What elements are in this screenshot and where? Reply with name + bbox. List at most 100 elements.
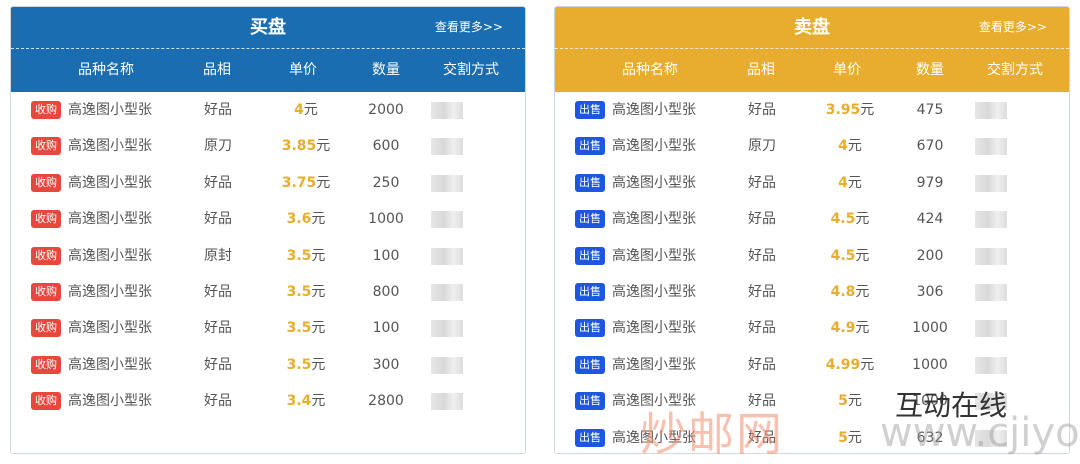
price-value: 3.5 [286,356,312,373]
sell-column-headers: 品种名称 品相 单价 数量 交割方式 [555,48,1069,92]
table-row[interactable]: 收购 高逸图小型张 好品 3.75元 250 [11,165,525,201]
item-name[interactable]: 高逸图小型张 [68,92,152,128]
price-unit: 元 [860,356,875,373]
item-quantity: 200 [916,247,944,264]
table-row[interactable]: 收购 高逸图小型张 原刀 3.85元 600 [11,128,525,164]
table-row[interactable]: 收购 高逸图小型张 原封 3.5元 100 [11,238,525,274]
item-name[interactable]: 高逸图小型张 [612,310,696,346]
item-price: 4元 [800,128,900,164]
table-row[interactable]: 出售 高逸图小型张 好品 5元 1000 [555,383,1069,419]
buy-panel: 买盘 查看更多>> 品种名称 品相 单价 数量 交割方式 收购 高逸图小型张 好品 4… [10,6,526,454]
price-unit: 元 [855,320,870,337]
item-name[interactable]: 高逸图小型张 [612,165,696,201]
col-price: 单价 [833,62,861,78]
buy-more-link[interactable]: 查看更多>> [435,7,503,48]
item-name[interactable]: 高逸图小型张 [68,383,152,419]
item-name[interactable]: 高逸图小型张 [68,128,152,164]
table-row[interactable]: 出售 高逸图小型张 好品 3.95元 475 [555,92,1069,128]
item-grade: 好品 [748,283,776,300]
trade-type-badge: 收购 [31,210,61,229]
col-qty: 数量 [916,62,944,78]
table-row[interactable]: 收购 高逸图小型张 好品 3.5元 800 [11,274,525,310]
item-name[interactable]: 高逸图小型张 [68,201,152,237]
item-price: 3.4元 [256,383,356,419]
trade-type-badge: 收购 [31,101,61,119]
trade-type-badge: 出售 [575,392,605,411]
item-price: 3.85元 [256,128,356,164]
item-name[interactable]: 高逸图小型张 [612,92,696,128]
delivery-method-blurred [431,211,463,229]
table-row[interactable]: 出售 高逸图小型张 好品 4.8元 306 [555,274,1069,310]
delivery-method-blurred [431,356,463,374]
item-grade: 好品 [204,211,232,228]
price-value: 4.9 [830,320,856,337]
item-quantity: 2000 [368,102,404,118]
item-name[interactable]: 高逸图小型张 [68,347,152,383]
item-quantity: 2800 [368,393,404,410]
price-unit: 元 [311,283,326,300]
delivery-method-blurred [975,174,1007,192]
item-grade: 好品 [204,174,232,191]
item-quantity: 306 [916,283,944,300]
table-row[interactable]: 出售 高逸图小型张 原刀 4元 670 [555,128,1069,164]
table-row[interactable]: 出售 高逸图小型张 好品 4.99元 1000 [555,347,1069,383]
delivery-method-blurred [975,138,1007,156]
item-grade: 好品 [204,356,232,373]
price-unit: 元 [847,429,862,446]
item-name[interactable]: 高逸图小型张 [612,383,696,419]
table-row[interactable]: 收购 高逸图小型张 好品 4元 2000 [11,92,525,128]
table-row[interactable]: 出售 高逸图小型张 好品 4.5元 424 [555,201,1069,237]
delivery-method-blurred [431,247,463,265]
item-name[interactable]: 高逸图小型张 [68,165,152,201]
item-name[interactable]: 高逸图小型张 [612,347,696,383]
item-name[interactable]: 高逸图小型张 [612,201,696,237]
item-quantity: 424 [916,211,944,228]
trade-type-badge: 收购 [31,246,61,265]
price-value: 3.5 [286,320,312,337]
table-row[interactable]: 收购 高逸图小型张 好品 3.4元 2800 [11,383,525,419]
item-name[interactable]: 高逸图小型张 [68,238,152,274]
buy-column-headers: 品种名称 品相 单价 数量 交割方式 [11,48,525,92]
item-price: 5元 [800,420,900,453]
col-name: 品种名称 [622,62,678,78]
price-unit: 元 [311,393,326,410]
col-grade: 品相 [203,62,231,78]
item-grade: 好品 [204,102,232,118]
item-name[interactable]: 高逸图小型张 [612,420,696,453]
price-unit: 元 [311,211,326,228]
item-quantity: 632 [916,429,944,446]
delivery-method-blurred [431,393,463,411]
price-unit: 元 [311,247,326,264]
item-name[interactable]: 高逸图小型张 [68,274,152,310]
item-name[interactable]: 高逸图小型张 [612,274,696,310]
item-name[interactable]: 高逸图小型张 [612,238,696,274]
col-price: 单价 [289,62,317,78]
delivery-method-blurred [431,320,463,338]
item-quantity: 600 [372,138,400,155]
item-price: 4.5元 [800,201,900,237]
item-price: 3.5元 [256,274,356,310]
item-quantity: 100 [372,247,400,264]
sell-more-link[interactable]: 查看更多>> [979,7,1047,48]
price-value: 3.5 [286,283,312,300]
price-value: 3.75 [281,174,317,191]
price-value: 3.95 [825,102,861,118]
price-value: 5 [838,429,848,446]
item-price: 4.99元 [800,347,900,383]
table-row[interactable]: 收购 高逸图小型张 好品 3.5元 300 [11,347,525,383]
trade-type-badge: 出售 [575,282,605,301]
item-price: 5元 [800,383,900,419]
price-value: 4 [838,138,848,155]
item-grade: 好品 [748,393,776,410]
item-name[interactable]: 高逸图小型张 [612,128,696,164]
item-name[interactable]: 高逸图小型张 [68,310,152,346]
item-price: 3.75元 [256,165,356,201]
trade-type-badge: 出售 [575,428,605,447]
table-row[interactable]: 出售 高逸图小型张 好品 4元 979 [555,165,1069,201]
price-value: 4.5 [830,247,856,264]
table-row[interactable]: 出售 高逸图小型张 好品 5元 632 [555,420,1069,453]
table-row[interactable]: 收购 高逸图小型张 好品 3.5元 100 [11,310,525,346]
table-row[interactable]: 出售 高逸图小型张 好品 4.5元 200 [555,238,1069,274]
table-row[interactable]: 收购 高逸图小型张 好品 3.6元 1000 [11,201,525,237]
table-row[interactable]: 出售 高逸图小型张 好品 4.9元 1000 [555,310,1069,346]
